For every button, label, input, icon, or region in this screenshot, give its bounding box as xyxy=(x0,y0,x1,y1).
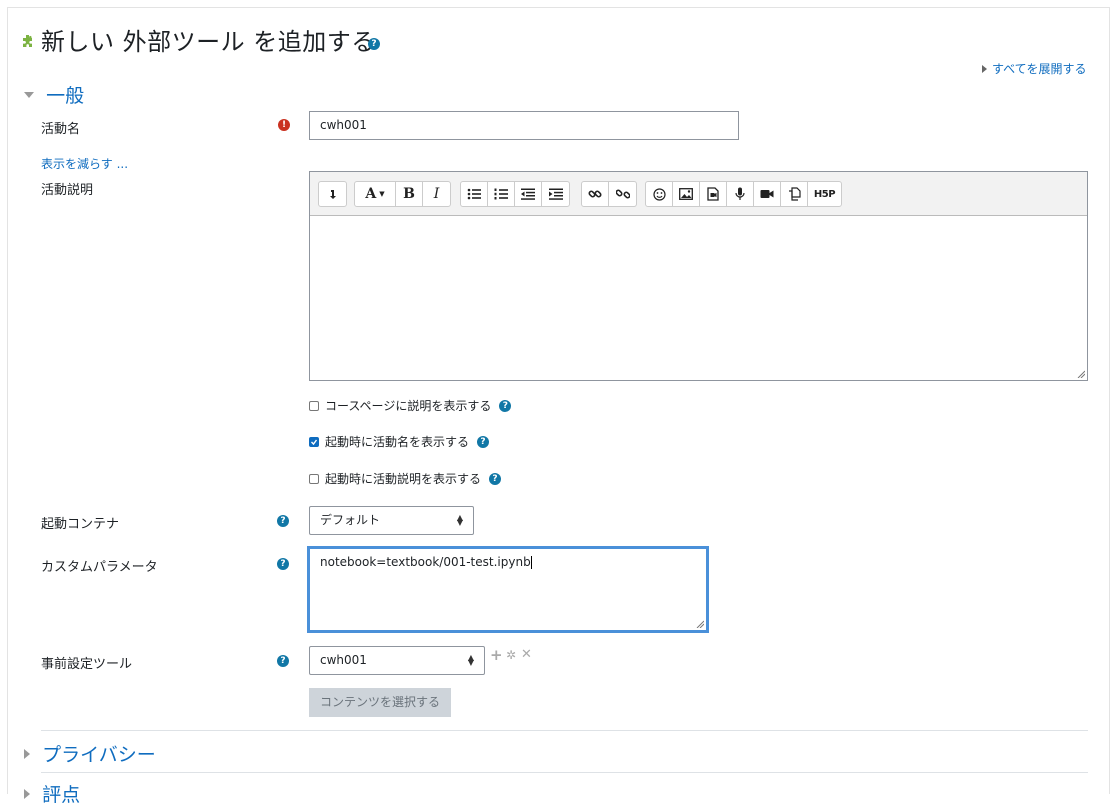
select-arrows-icon: ▲ ▼ xyxy=(456,513,463,527)
activity-name-input[interactable]: cwh001 xyxy=(309,111,739,140)
description-editor: A ▼ B I H5P xyxy=(309,171,1088,381)
checkbox-label: 起動時に活動名を表示する xyxy=(325,435,470,449)
manage-files-icon[interactable] xyxy=(781,182,808,206)
help-icon[interactable]: ? xyxy=(277,655,289,667)
section-grade-toggle[interactable]: 評点 xyxy=(24,780,80,807)
description-label: 活動説明 xyxy=(41,183,94,198)
show-description-launch-checkbox[interactable] xyxy=(309,473,319,484)
resize-handle-icon[interactable] xyxy=(696,620,704,628)
expand-all-link[interactable]: すべてを展開する xyxy=(982,60,1086,77)
help-icon[interactable]: ? xyxy=(499,399,512,412)
custom-params-value: notebook=textbook/001-test.ipynb xyxy=(320,555,531,569)
required-icon: ! xyxy=(278,119,290,131)
italic-icon[interactable]: I xyxy=(423,182,450,206)
help-icon[interactable]: ? xyxy=(489,472,502,485)
h5p-icon[interactable]: H5P xyxy=(808,182,841,206)
ordered-list-icon[interactable] xyxy=(488,182,515,206)
show-description-checkbox[interactable] xyxy=(309,400,319,411)
help-icon[interactable]: ? xyxy=(277,515,289,527)
section-privacy-toggle[interactable]: プライバシー xyxy=(24,740,156,767)
gear-icon[interactable]: ✲ xyxy=(506,648,516,662)
record-video-icon[interactable] xyxy=(754,182,781,206)
launch-container-label: 起動コンテナ xyxy=(41,517,120,532)
select-arrows-icon: ▲ ▼ xyxy=(467,653,474,667)
preconfigured-tool-value: cwh001 xyxy=(320,653,367,667)
launch-container-select[interactable]: デフォルト ▲ ▼ xyxy=(309,506,474,535)
help-icon[interactable]: ? xyxy=(277,558,289,570)
indent-icon[interactable] xyxy=(542,182,569,206)
checkbox-show-title-row: 起動時に活動名を表示する ? xyxy=(309,433,490,450)
h5p-label: H5P xyxy=(813,188,836,200)
bold-icon[interactable]: B xyxy=(396,182,423,206)
section-divider xyxy=(41,730,1088,731)
section-general-title: 一般 xyxy=(46,85,85,107)
toolbar-group-insert: H5P xyxy=(645,181,842,207)
section-grade-title: 評点 xyxy=(42,784,81,806)
section-general-toggle[interactable]: 一般 xyxy=(24,81,84,108)
checkbox-show-description-row: コースページに説明を表示する ? xyxy=(309,397,512,414)
add-icon[interactable]: + xyxy=(490,646,503,664)
editor-toolbar: A ▼ B I H5P xyxy=(310,172,1087,216)
toolbar-group-lists xyxy=(460,181,570,207)
activity-name-label: 活動名 xyxy=(41,122,81,137)
expand-toolbar-icon[interactable] xyxy=(319,182,346,206)
show-less-link[interactable]: 表示を減らす ... xyxy=(41,155,128,172)
toolbar-group-links xyxy=(581,181,637,207)
preconfigured-tool-select[interactable]: cwh001 ▲ ▼ xyxy=(309,646,485,675)
media-icon[interactable] xyxy=(700,182,727,206)
unordered-list-icon[interactable] xyxy=(461,182,488,206)
expand-all-label: すべてを展開する xyxy=(992,62,1087,76)
preconfigured-tool-label: 事前設定ツール xyxy=(41,657,133,672)
section-divider xyxy=(41,772,1088,773)
launch-container-value: デフォルト xyxy=(320,513,381,527)
image-icon[interactable] xyxy=(673,182,700,206)
delete-icon[interactable]: ✕ xyxy=(521,647,532,662)
resize-handle-icon[interactable] xyxy=(1077,370,1085,378)
outdent-icon[interactable] xyxy=(515,182,542,206)
checkbox-label: コースページに説明を表示する xyxy=(325,399,492,413)
record-audio-icon[interactable] xyxy=(727,182,754,206)
page-title: 新しい 外部ツール を追加する xyxy=(41,28,376,56)
checkbox-show-description-launch-row: 起動時に活動説明を表示する ? xyxy=(309,470,502,487)
caret-right-icon xyxy=(982,65,987,73)
section-privacy-title: プライバシー xyxy=(42,744,156,766)
help-icon[interactable]: ? xyxy=(368,38,380,50)
caret-right-icon xyxy=(24,748,30,759)
toolbar-group-style: A ▼ B I xyxy=(354,181,451,207)
checkbox-label: 起動時に活動説明を表示する xyxy=(325,472,482,486)
font-style-icon[interactable]: A ▼ xyxy=(355,182,396,206)
select-content-button: コンテンツを選択する xyxy=(309,688,451,717)
toolbar-group-collapse xyxy=(318,181,347,207)
show-title-launch-checkbox[interactable] xyxy=(309,436,319,447)
caret-right-icon xyxy=(24,788,30,799)
custom-params-textarea[interactable]: notebook=textbook/001-test.ipynb xyxy=(307,546,709,633)
custom-params-label: カスタムパラメータ xyxy=(41,560,158,575)
text-cursor xyxy=(530,556,532,569)
emoji-icon[interactable] xyxy=(646,182,673,206)
unlink-icon[interactable] xyxy=(609,182,636,206)
help-icon[interactable]: ? xyxy=(477,435,490,448)
plugin-icon xyxy=(23,35,32,47)
caret-down-icon xyxy=(24,91,34,98)
link-icon[interactable] xyxy=(582,182,609,206)
